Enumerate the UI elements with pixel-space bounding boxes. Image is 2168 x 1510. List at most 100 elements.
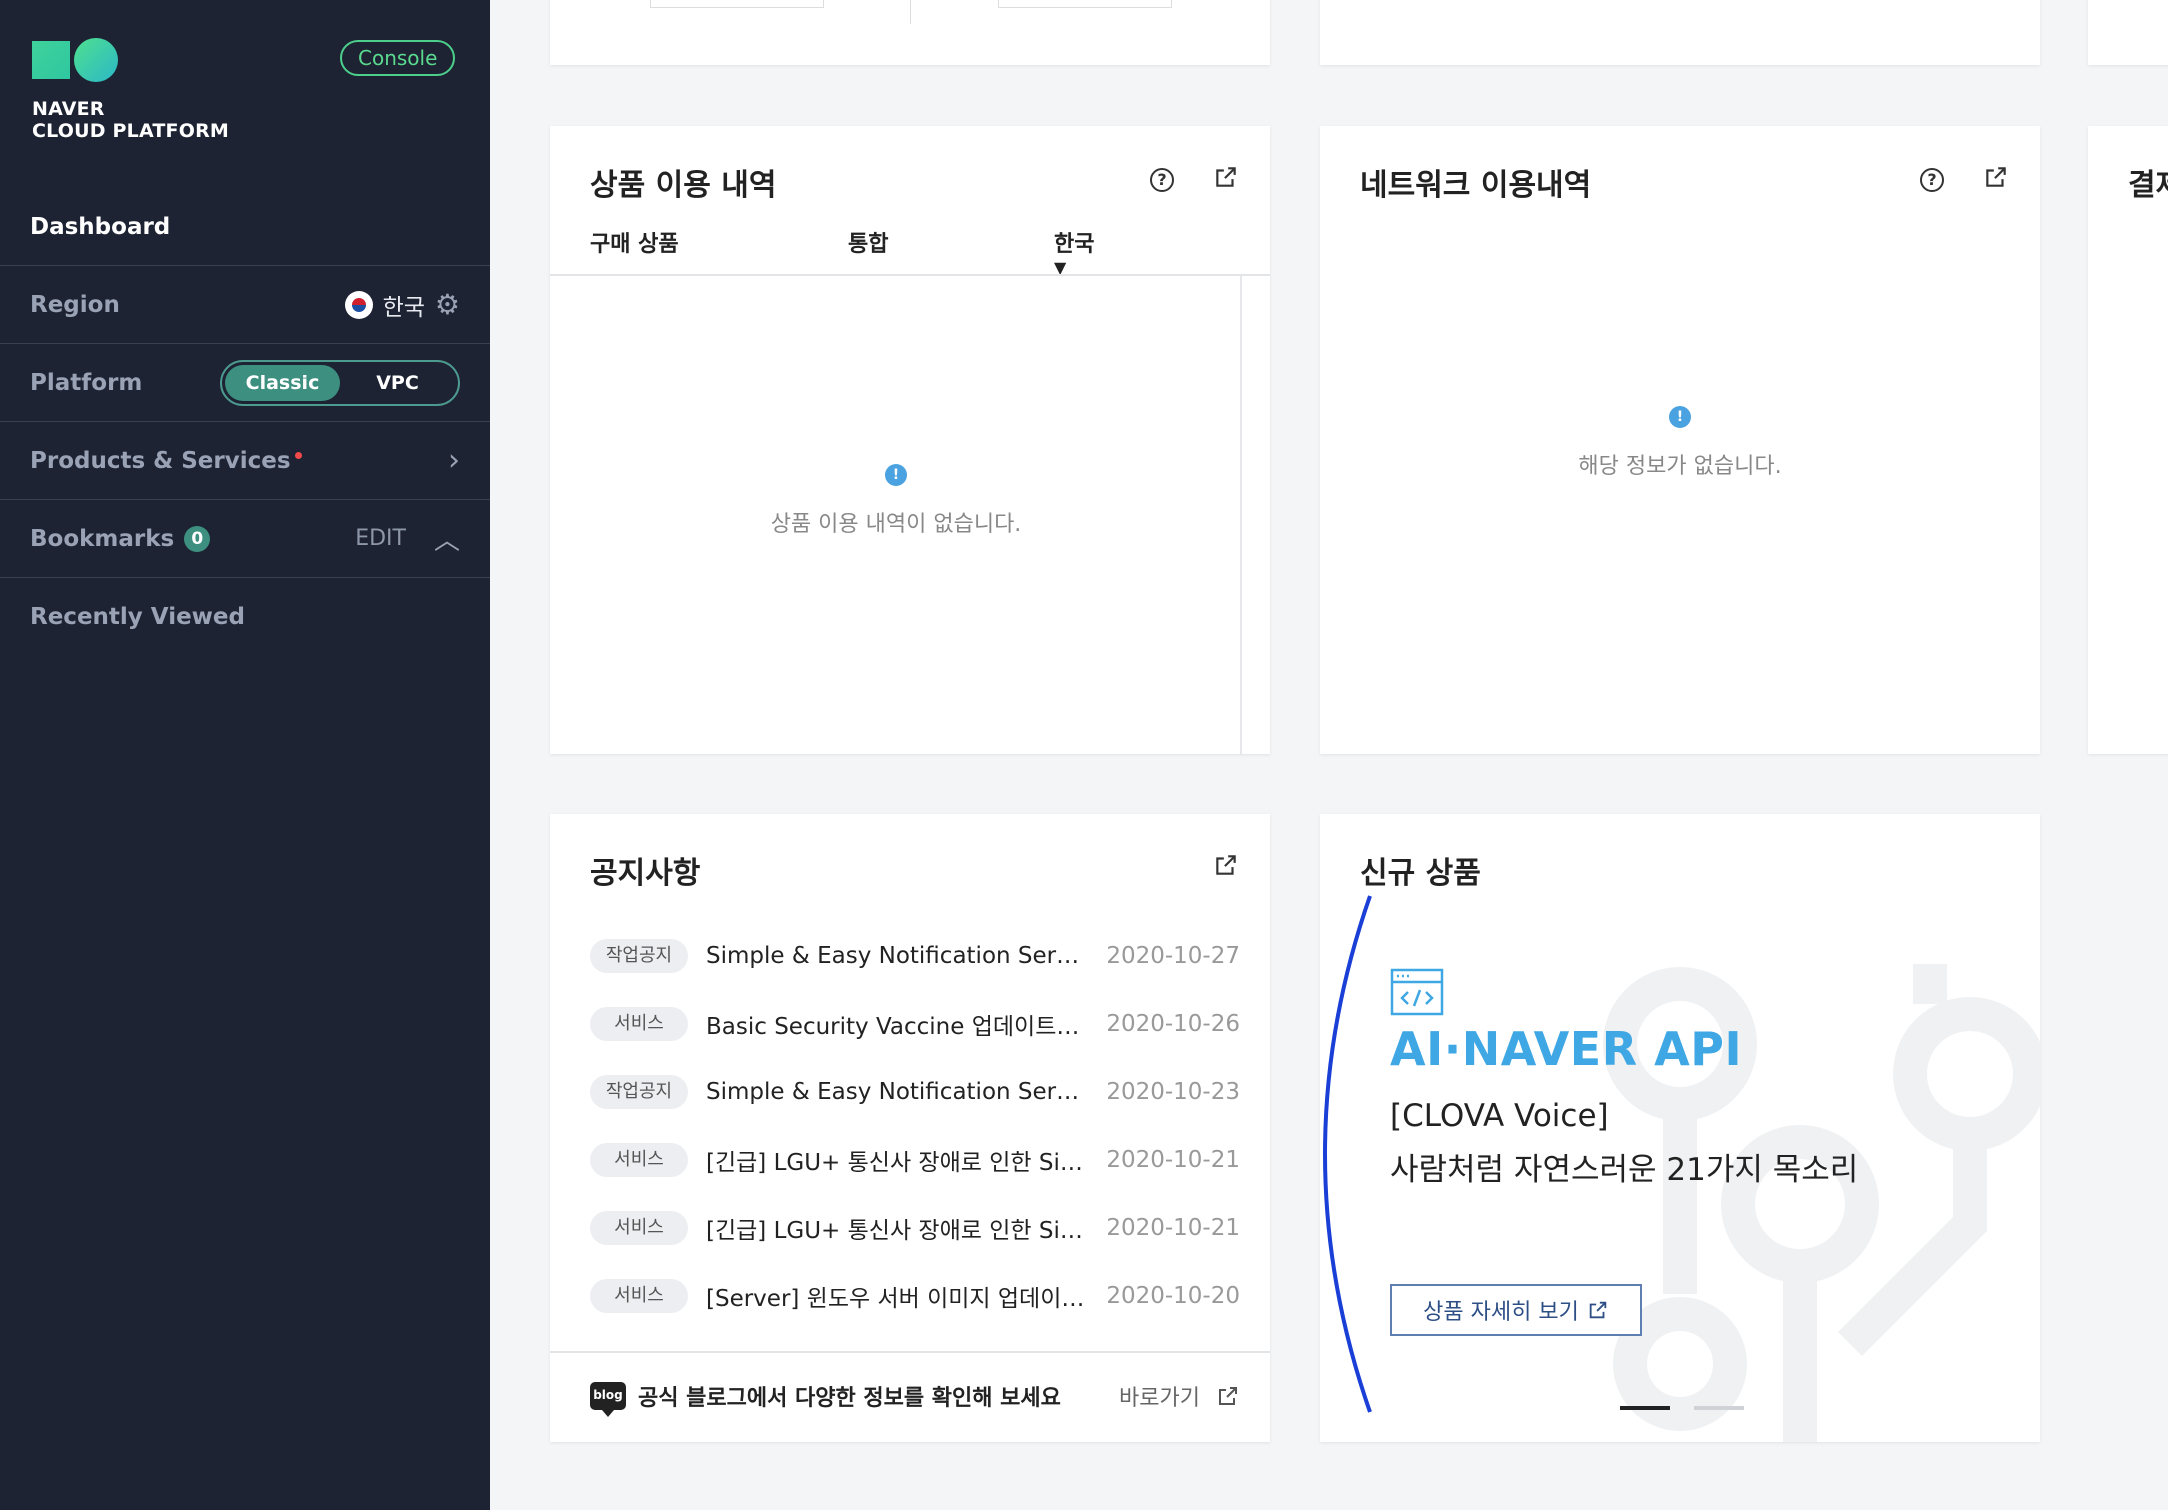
platform-option-classic[interactable]: Classic xyxy=(225,364,340,401)
blog-text: 공식 블로그에서 다양한 정보를 확인해 보세요 xyxy=(638,1386,1061,1411)
notice-title[interactable]: [긴급] LGU+ 통신사 장애로 인한 Simp... xyxy=(706,1143,1086,1177)
region-dropdown-value: 한국 xyxy=(1054,232,1095,257)
empty-message: 해당 정보가 없습니다. xyxy=(1578,454,1782,479)
blog-banner: blog 공식 블로그에서 다양한 정보를 확인해 보세요 바로가기 xyxy=(590,1380,1240,1417)
list-item[interactable]: 서비스 [긴급] LGU+ 통신사 장애로 인한 Simp... 2020-10… xyxy=(590,1194,1240,1262)
card-title: 공지사항 xyxy=(590,856,701,891)
empty-message: 상품 이용 내역이 없습니다. xyxy=(770,512,1022,537)
sidebar-item-dashboard[interactable]: Dashboard xyxy=(0,188,490,266)
logo-mark xyxy=(32,38,229,82)
decorative-arc xyxy=(1323,895,1372,1413)
notice-tag: 서비스 xyxy=(590,1211,688,1245)
help-icon[interactable]: ? xyxy=(1920,168,1944,192)
sidebar-item-label: Region xyxy=(30,291,120,318)
card-title: 상품 이용 내역 xyxy=(590,168,777,203)
blog-link-label: 바로가기 xyxy=(1119,1386,1200,1411)
list-item[interactable]: 서비스 [Server] 윈도우 서버 이미지 업데이트 ... 2020-10… xyxy=(590,1262,1240,1330)
notice-title[interactable]: Simple & Easy Notification Service... xyxy=(706,943,1086,969)
external-link-icon xyxy=(1589,1301,1607,1319)
payment-card-partial: 결제 xyxy=(2088,126,2168,754)
external-link-icon[interactable] xyxy=(1981,164,2011,194)
blog-shortcut-link[interactable]: 바로가기 xyxy=(1119,1380,1240,1412)
sidebar-item-recently-viewed[interactable]: Recently Viewed xyxy=(0,578,490,656)
logo-text: NAVER CLOUD PLATFORM xyxy=(32,98,229,142)
list-item[interactable]: 서비스 [긴급] LGU+ 통신사 장애로 인한 Simp... 2020-10… xyxy=(590,1126,1240,1194)
top-card-partial-3 xyxy=(2088,0,2168,65)
logo-text-naver: NAVER xyxy=(32,98,105,120)
notice-date: 2020-10-21 xyxy=(1106,1215,1240,1241)
sidebar-item-label: Dashboard xyxy=(30,213,171,240)
bookmarks-edit-button[interactable]: EDIT xyxy=(355,526,406,551)
naver-cloud-logo[interactable]: NAVER CLOUD PLATFORM xyxy=(32,38,229,142)
console-button[interactable]: Console xyxy=(340,40,456,76)
korea-flag-icon xyxy=(344,290,373,319)
external-link-icon xyxy=(1219,1387,1237,1405)
notice-title[interactable]: Basic Security Vaccine 업데이트 요... xyxy=(706,1007,1086,1041)
product-name: [CLOVA Voice] xyxy=(1390,1098,1609,1134)
carousel-pager xyxy=(1620,1406,1744,1410)
product-usage-card: 상품 이용 내역 ? 구매 상품 통합 한국 ▼ ! 상품 이용 내역이 없습니… xyxy=(550,126,1270,754)
chevron-right-icon: › xyxy=(448,443,460,478)
product-brand: AI·NAVER API xyxy=(1390,1022,1743,1076)
notice-list: 작업공지 Simple & Easy Notification Service.… xyxy=(590,922,1240,1330)
info-icon: ! xyxy=(1669,406,1691,428)
sidebar-item-products[interactable]: Products & Services › xyxy=(0,422,490,500)
logo-text-platform: CLOUD PLATFORM xyxy=(32,120,230,142)
empty-state: ! 해당 정보가 없습니다. xyxy=(1320,406,2040,480)
bookmarks-count-badge: 0 xyxy=(184,525,211,552)
info-icon: ! xyxy=(885,464,907,486)
notice-title[interactable]: [Server] 윈도우 서버 이미지 업데이트 ... xyxy=(706,1279,1086,1313)
divider xyxy=(550,274,1270,276)
help-icon[interactable]: ? xyxy=(1150,168,1174,192)
region-dropdown[interactable]: 한국 ▼ xyxy=(1054,226,1094,277)
notice-title[interactable]: Simple & Easy Notification Service... xyxy=(706,1079,1086,1105)
notice-date: 2020-10-23 xyxy=(1106,1079,1240,1105)
product-detail-button[interactable]: 상품 자세히 보기 xyxy=(1390,1284,1642,1336)
sidebar-item-label: Platform xyxy=(30,369,143,396)
notice-date: 2020-10-21 xyxy=(1106,1147,1240,1173)
card-title: 신규 상품 xyxy=(1360,856,1481,891)
notice-tag: 서비스 xyxy=(590,1279,688,1313)
logo-circle xyxy=(74,38,118,82)
stub-select-1[interactable] xyxy=(650,0,824,8)
logo-square xyxy=(32,41,70,79)
new-indicator-dot xyxy=(294,451,302,459)
notice-date: 2020-10-20 xyxy=(1106,1283,1240,1309)
products-label-text: Products & Services xyxy=(30,447,291,474)
list-item[interactable]: 서비스 Basic Security Vaccine 업데이트 요... 202… xyxy=(590,990,1240,1058)
sidebar: NAVER CLOUD PLATFORM Console Dashboard R… xyxy=(0,0,490,1510)
sidebar-item-label: Bookmarks xyxy=(30,525,175,552)
stub-select-2[interactable] xyxy=(998,0,1172,8)
stub-divider xyxy=(910,0,911,24)
external-link-icon[interactable] xyxy=(1211,852,1241,882)
region-value: 한국 xyxy=(382,294,425,321)
notice-date: 2020-10-27 xyxy=(1106,943,1240,969)
network-usage-card: 네트워크 이용내역 ? ! 해당 정보가 없습니다. xyxy=(1320,126,2040,754)
pager-dot-1[interactable] xyxy=(1620,1406,1670,1410)
card-title: 결제 xyxy=(2128,168,2168,203)
card-title: 네트워크 이용내역 xyxy=(1360,168,1592,203)
chevron-up-icon[interactable]: ︿ xyxy=(434,520,460,557)
notice-tag: 작업공지 xyxy=(590,1075,688,1109)
pager-dot-2[interactable] xyxy=(1694,1406,1744,1410)
product-description: 사람처럼 자연스러운 21가지 목소리 xyxy=(1390,1152,1859,1188)
sidebar-item-label: Recently Viewed xyxy=(30,604,245,630)
empty-state: ! 상품 이용 내역이 없습니다. xyxy=(550,464,1242,538)
blog-icon: blog xyxy=(590,1382,626,1417)
external-link-icon[interactable] xyxy=(1211,164,1241,194)
gear-icon[interactable]: ⚙ xyxy=(435,288,460,321)
notice-title[interactable]: [긴급] LGU+ 통신사 장애로 인한 Simp... xyxy=(706,1211,1086,1245)
sidebar-item-bookmarks[interactable]: Bookmarks 0 EDIT ︿ xyxy=(0,500,490,578)
notice-card: 공지사항 작업공지 Simple & Easy Notification Ser… xyxy=(550,814,1270,1442)
notice-tag: 작업공지 xyxy=(590,939,688,973)
list-item[interactable]: 작업공지 Simple & Easy Notification Service.… xyxy=(590,1058,1240,1126)
code-window-icon xyxy=(1390,968,1444,1016)
notice-tag: 서비스 xyxy=(590,1143,688,1177)
platform-toggle[interactable]: Classic VPC xyxy=(220,359,460,406)
platform-option-vpc[interactable]: VPC xyxy=(340,365,455,401)
tab-purchased-products[interactable]: 구매 상품 xyxy=(590,226,848,277)
tab-integrated[interactable]: 통합 xyxy=(848,226,1054,277)
region-selector[interactable]: 한국 ⚙ xyxy=(344,288,460,322)
list-item[interactable]: 작업공지 Simple & Easy Notification Service.… xyxy=(590,922,1240,990)
top-card-partial-1 xyxy=(550,0,1270,65)
